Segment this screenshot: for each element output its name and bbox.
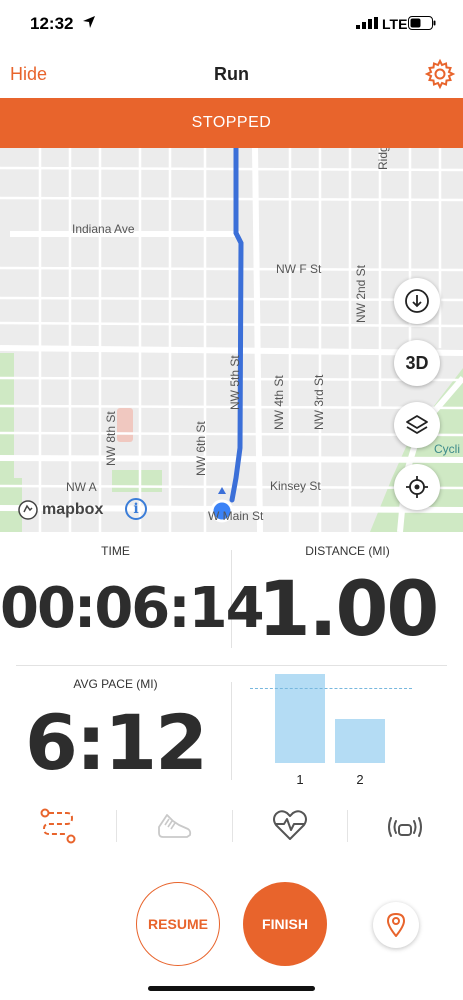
avg-pace-label: AVG PACE (MI) <box>73 677 158 691</box>
tab-bar <box>0 800 463 852</box>
mapbox-label: mapbox <box>42 501 104 518</box>
route-map[interactable]: Indiana Ave NW F St NW 2nd St Ridge St N… <box>0 148 463 532</box>
info-icon[interactable]: i <box>125 498 147 520</box>
time-label: TIME <box>101 544 130 558</box>
resume-button[interactable]: RESUME <box>136 882 220 966</box>
layers-button[interactable] <box>394 402 440 448</box>
street-label: Ridge St <box>376 148 390 170</box>
street-label: NW 3rd St <box>312 374 326 430</box>
status-bar: 12:32 LTE <box>0 0 463 50</box>
divider <box>231 682 232 780</box>
average-pace-line <box>250 688 412 689</box>
street-label: NW 8th St <box>104 411 118 466</box>
status-time: 12:32 <box>30 14 74 33</box>
street-label: Indiana Ave <box>72 222 135 236</box>
stats-panel: TIME 00:06:14 DISTANCE (MI) 1.00 AVG PAC… <box>0 532 463 800</box>
split-label: 1 <box>296 772 304 787</box>
tab-route[interactable] <box>0 800 116 852</box>
map-streets <box>0 148 463 532</box>
signal-bars-icon <box>356 17 378 29</box>
sensor-icon <box>388 817 422 837</box>
route-icon <box>40 808 76 844</box>
street-label: NW 5th St <box>228 355 242 410</box>
tab-shoe[interactable] <box>116 800 232 852</box>
distance-label: DISTANCE (MI) <box>305 544 390 558</box>
tab-sensor[interactable] <box>347 800 463 852</box>
status-banner: STOPPED <box>0 98 463 148</box>
location-arrow-icon <box>83 16 95 28</box>
street-label: NW A <box>66 480 97 494</box>
mapbox-icon <box>18 500 38 520</box>
map-pin-icon <box>387 913 405 937</box>
tab-heart-rate[interactable] <box>232 800 348 852</box>
home-indicator <box>148 986 315 991</box>
finish-button[interactable]: FINISH <box>243 882 327 966</box>
shoe-icon <box>158 814 192 838</box>
split-bar <box>335 719 385 763</box>
battery-icon <box>408 16 436 30</box>
street-label: W Main St <box>208 509 264 523</box>
split-label: 2 <box>356 772 364 787</box>
gear-icon[interactable] <box>424 58 456 90</box>
distance-value: 1.00 <box>257 564 440 653</box>
heart-rate-icon <box>273 810 307 840</box>
street-label: NW F St <box>276 262 322 276</box>
download-button[interactable] <box>394 278 440 324</box>
locate-icon <box>406 476 428 498</box>
street-label: NW 2nd St <box>354 264 368 323</box>
divider <box>16 665 447 666</box>
mapbox-logo: mapbox <box>18 500 103 520</box>
download-icon <box>405 289 429 313</box>
layers-icon <box>406 415 428 434</box>
avg-pace-value: 6:12 <box>24 698 208 787</box>
street-label: Kinsey St <box>270 479 321 493</box>
carrier-label: LTE <box>382 16 408 32</box>
page-title: Run <box>214 64 249 84</box>
street-label: NW 6th St <box>194 421 208 476</box>
3d-toggle-button[interactable]: 3D <box>394 340 440 386</box>
time-value: 00:06:14 <box>0 576 265 641</box>
street-label: NW 4th St <box>272 375 286 430</box>
nav-bar: Hide Run <box>0 50 463 98</box>
locate-button[interactable] <box>394 464 440 510</box>
street-label: Cycli <box>434 442 460 456</box>
map-pin-button[interactable] <box>373 902 419 948</box>
